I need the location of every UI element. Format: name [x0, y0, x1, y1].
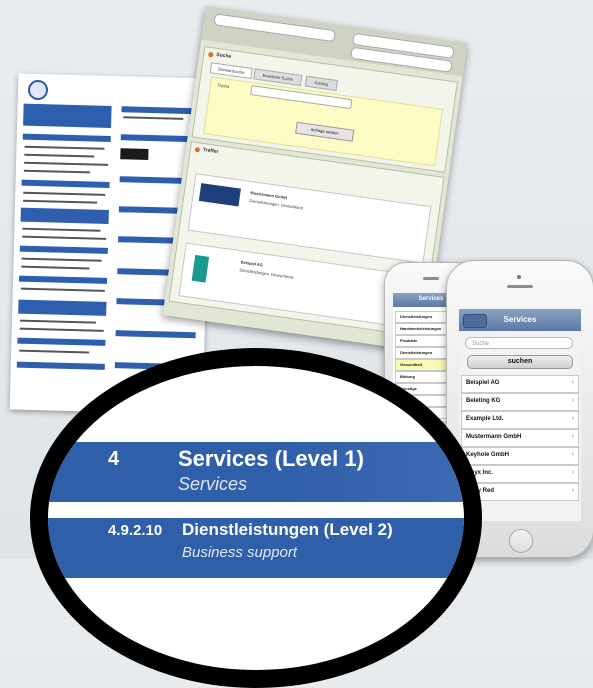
doc-band — [121, 106, 202, 115]
level1-row: 4 Services (Level 1) Services — [48, 442, 464, 502]
phone-front-navbar: Services — [459, 309, 581, 331]
list-item[interactable]: Mustermann GmbH › — [461, 429, 579, 447]
list-item-label: Beleting KG — [466, 398, 501, 404]
product-image — [191, 254, 210, 283]
phone-front-title: Services — [503, 315, 537, 324]
home-button[interactable] — [509, 529, 533, 553]
doc-line — [21, 265, 90, 270]
list-item-label: Produkte — [400, 338, 418, 343]
list-item-label: Keyhole GmbH — [466, 452, 510, 458]
doc-line — [22, 227, 101, 232]
result-subtitle: Dienstleistungen, Deutschland — [239, 267, 294, 280]
orange-dot-icon — [207, 51, 214, 58]
chevron-right-icon: › — [571, 415, 574, 422]
list-item-label: Dienstleistungen — [400, 314, 433, 319]
list-item[interactable]: Beispiel AG › — [461, 375, 579, 393]
level1-subtitle: Services — [178, 474, 248, 494]
search-input[interactable]: Suche — [465, 337, 573, 349]
magnifier-lens: 4 Services (Level 1) Services 4.9.2.10 D… — [30, 348, 482, 688]
doc-line — [22, 235, 107, 240]
doc-line — [24, 153, 95, 158]
search-button[interactable]: suchen — [467, 355, 573, 369]
doc-band — [18, 299, 107, 316]
level2-row: 4.9.2.10 Dienstleistungen (Level 2) Busi… — [48, 518, 464, 578]
result-subtitle: Dienstleistungen, Deutschland — [249, 197, 304, 211]
doc-line — [21, 257, 102, 262]
doc-line — [20, 287, 105, 292]
search-section-heading: Suche — [215, 51, 232, 60]
speaker — [507, 285, 533, 288]
doc-image — [120, 148, 149, 160]
result-name: Beispiel AG — [240, 259, 264, 268]
list-item-label: Handwerksleistungen — [400, 326, 442, 331]
list-item[interactable]: Keyhole GmbH › — [461, 447, 579, 465]
list-item-label: Bildung — [400, 374, 415, 379]
doc-band — [19, 245, 108, 254]
doc-line — [23, 169, 90, 174]
doc-band — [16, 361, 105, 370]
level2-subtitle: Business support — [182, 544, 298, 561]
doc-band — [22, 133, 111, 142]
theme-field[interactable] — [250, 85, 353, 110]
chevron-right-icon: › — [571, 487, 574, 494]
chevron-right-icon: › — [571, 451, 574, 458]
doc-band — [17, 337, 106, 346]
list-item-label: Dienstleistungen — [400, 350, 433, 355]
list-item-label: Gesundheit — [400, 362, 423, 367]
chevron-right-icon: › — [571, 433, 574, 440]
doc-line — [23, 191, 106, 196]
speaker — [423, 277, 439, 280]
doc-line — [123, 116, 184, 120]
camera-icon — [517, 275, 521, 279]
list-item-label: Mustermann GmbH — [466, 434, 522, 440]
doc-line — [24, 145, 105, 150]
document-logo-icon — [27, 79, 49, 101]
doc-line — [19, 319, 96, 324]
company-logo — [198, 183, 241, 207]
doc-line — [19, 327, 104, 332]
doc-band — [115, 330, 196, 339]
send-request-button[interactable]: Anfrage senden — [295, 121, 355, 142]
level2-number: 4.9.2.10 — [108, 522, 163, 539]
doc-line — [24, 161, 109, 166]
doc-band — [23, 103, 112, 128]
orange-dot-icon — [194, 146, 201, 153]
doc-line — [19, 349, 90, 354]
doc-band — [21, 179, 110, 188]
level1-title: Services (Level 1) — [178, 446, 364, 471]
level2-title: Dienstleistungen (Level 2) — [182, 520, 393, 539]
list-item[interactable]: Example Ltd. › — [461, 411, 579, 429]
doc-band — [18, 275, 108, 284]
chevron-right-icon: › — [571, 379, 574, 386]
theme-field-label: Thema — [216, 82, 230, 90]
list-item[interactable]: Beleting KG › — [461, 393, 579, 411]
chevron-right-icon: › — [571, 397, 574, 404]
chevron-right-icon: › — [571, 469, 574, 476]
doc-band — [20, 207, 109, 224]
doc-line — [23, 199, 98, 204]
level1-number: 4 — [108, 448, 120, 470]
tab-catalog[interactable]: Katalog — [304, 75, 338, 91]
list-item[interactable]: Onyx Inc. › — [461, 465, 579, 483]
list-item-label: Beispiel AG — [466, 380, 500, 386]
results-section-heading: Treffer — [202, 147, 219, 156]
list-item-label: Example Ltd. — [466, 416, 504, 422]
